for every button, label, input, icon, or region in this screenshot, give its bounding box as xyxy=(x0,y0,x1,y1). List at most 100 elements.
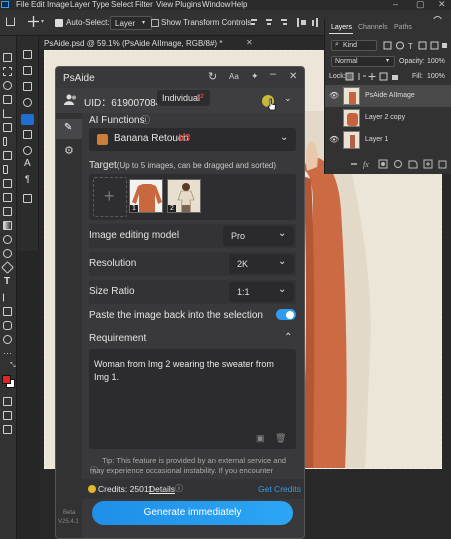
crop-tool-icon[interactable] xyxy=(3,109,12,118)
lock-icons[interactable] xyxy=(345,72,405,81)
brush-tool-icon[interactable] xyxy=(3,165,8,174)
menu-select[interactable]: Select xyxy=(111,0,133,9)
edit-tab[interactable]: ✎ xyxy=(56,119,82,139)
opacity-value[interactable]: 100% xyxy=(427,58,445,65)
menu-window[interactable]: Window xyxy=(202,0,230,9)
menu-help[interactable]: Help xyxy=(231,0,247,9)
requirement-text[interactable]: Woman from Img 2 wearing the sweater fro… xyxy=(94,358,286,384)
stamp-tool-icon[interactable] xyxy=(3,179,12,188)
details-link[interactable]: Details xyxy=(149,484,175,494)
ai-function-dropdown[interactable]: Banana Retouch V3 ⌄ xyxy=(89,128,296,151)
requirement-box[interactable]: Woman from Img 2 wearing the sweater fro… xyxy=(89,349,296,449)
quick-select-tool-icon[interactable] xyxy=(3,95,12,104)
layer-row-layer-1[interactable]: 👁 Layer 1 xyxy=(325,129,451,151)
pen-tool-icon[interactable] xyxy=(1,261,14,274)
zoom-tool-icon[interactable] xyxy=(3,335,12,344)
more-tools-icon[interactable]: ··· xyxy=(3,348,12,358)
info-icon[interactable]: ⓘ xyxy=(175,483,183,494)
eyedropper-tool-icon[interactable] xyxy=(3,137,7,146)
layer-filter-icons[interactable]: T xyxy=(383,41,449,50)
lasso-tool-icon[interactable] xyxy=(3,81,12,90)
menu-filter[interactable]: Filter xyxy=(135,0,153,9)
menu-layer[interactable]: Layer xyxy=(70,0,90,9)
close-tab-icon[interactable]: ✕ xyxy=(246,38,253,47)
character-panel-icon[interactable]: A xyxy=(24,158,31,169)
foreground-color-swatch[interactable] xyxy=(2,375,11,384)
blur-tool-icon[interactable] xyxy=(3,235,12,244)
tab-channels[interactable]: Channels xyxy=(358,24,388,31)
marquee-tool-icon[interactable] xyxy=(3,67,12,76)
layer-row-psaide-aiimage[interactable]: 👁 PsAide AIImage xyxy=(325,85,451,107)
menu-image[interactable]: Image xyxy=(47,0,69,9)
color-panel-icon[interactable] xyxy=(23,98,32,107)
menu-file[interactable]: File xyxy=(16,0,29,9)
info-icon[interactable]: ⓘ xyxy=(141,113,150,126)
generate-button[interactable]: Generate immediately xyxy=(92,501,293,525)
type-tool-icon[interactable]: T xyxy=(4,276,10,287)
shape-tool-icon[interactable] xyxy=(3,307,12,316)
refresh-icon[interactable]: ↻ xyxy=(208,70,217,83)
swap-colors-icon[interactable]: ⤡ xyxy=(10,362,16,370)
layer-row-layer-2-copy[interactable]: Layer 2 copy xyxy=(325,107,451,129)
auto-select-checkbox[interactable] xyxy=(55,19,63,27)
menu-plugins[interactable]: Plugins xyxy=(175,0,201,9)
path-select-tool-icon[interactable] xyxy=(3,293,12,302)
adjustments-panel-icon[interactable] xyxy=(23,66,32,75)
eraser-tool-icon[interactable] xyxy=(3,207,12,216)
eye-icon[interactable]: 👁 xyxy=(329,91,339,100)
quick-mask-icon[interactable] xyxy=(3,397,12,406)
get-credits-link[interactable]: Get Credits xyxy=(258,484,301,494)
move-tool-icon[interactable] xyxy=(28,16,39,27)
window-maximize-icon[interactable]: ▢ xyxy=(416,0,425,10)
document-tab[interactable]: PsAide.psd @ 59.1% (PsAide AIImage, RGB/… xyxy=(39,36,324,50)
menu-view[interactable]: View xyxy=(156,0,173,9)
menu-edit[interactable]: Edit xyxy=(31,0,45,9)
font-size-icon[interactable]: Aa xyxy=(229,72,239,81)
brush-panel-icon[interactable] xyxy=(23,130,32,139)
size-ratio-dropdown[interactable]: 1:1 ⌄ xyxy=(229,282,294,302)
pin-icon[interactable]: ✦ xyxy=(251,71,259,82)
minimize-icon[interactable]: – xyxy=(270,68,276,80)
move-tool-icon[interactable] xyxy=(3,53,12,62)
artboard-icon[interactable] xyxy=(3,425,12,434)
tab-paths[interactable]: Paths xyxy=(394,24,412,31)
show-transform-checkbox[interactable] xyxy=(151,19,159,27)
dodge-tool-icon[interactable] xyxy=(3,249,12,258)
add-image-button[interactable]: + xyxy=(93,177,127,217)
frame-tool-icon[interactable] xyxy=(3,123,12,132)
properties-panel-icon[interactable] xyxy=(23,194,32,203)
chevron-down-icon[interactable]: ▾ xyxy=(41,18,44,25)
healing-tool-icon[interactable] xyxy=(3,151,12,160)
fill-value[interactable]: 100% xyxy=(427,73,445,80)
layers-bottom-icons[interactable]: fx xyxy=(349,159,449,169)
trash-icon[interactable]: 🗑 xyxy=(275,433,286,444)
home-icon[interactable] xyxy=(6,17,15,26)
target-image-2[interactable]: 2 xyxy=(167,179,201,213)
screen-mode-icon[interactable] xyxy=(3,411,12,420)
window-close-icon[interactable]: ✕ xyxy=(438,0,446,10)
styles-panel-icon[interactable] xyxy=(23,146,32,155)
resolution-dropdown[interactable]: 2K ⌄ xyxy=(229,254,294,274)
plan-badge[interactable]: Individual v2 xyxy=(157,90,210,106)
settings-icon[interactable]: ⚙ xyxy=(64,144,74,157)
window-minimize-icon[interactable]: – xyxy=(393,0,398,9)
comments-panel-icon[interactable] xyxy=(23,82,32,91)
target-image-1[interactable]: 1 xyxy=(129,179,163,213)
tab-layers[interactable]: Layers xyxy=(331,24,352,31)
blend-mode-dropdown[interactable]: Normal ▾ xyxy=(331,56,395,67)
chevron-up-icon[interactable]: ⌃ xyxy=(284,332,292,343)
history-brush-tool-icon[interactable] xyxy=(3,193,12,202)
psaide-panel-icon[interactable] xyxy=(21,114,34,125)
history-panel-icon[interactable] xyxy=(23,50,32,59)
layer-filter-dropdown[interactable]: ⌕ Kind xyxy=(331,40,377,51)
hand-tool-icon[interactable] xyxy=(3,321,12,330)
gradient-tool-icon[interactable] xyxy=(3,221,12,230)
model-dropdown[interactable]: Pro ⌄ xyxy=(223,226,294,246)
eye-icon[interactable]: 👁 xyxy=(329,135,339,144)
save-prompt-icon[interactable]: ▣ xyxy=(256,433,265,444)
user-dropdown-chevron-icon[interactable]: ⌄ xyxy=(284,93,292,104)
paragraph-panel-icon[interactable]: ¶ xyxy=(25,174,30,184)
paste-back-toggle[interactable] xyxy=(276,309,296,320)
auto-select-dropdown[interactable]: Layer ▾ xyxy=(110,16,152,30)
menu-type[interactable]: Type xyxy=(92,0,109,9)
